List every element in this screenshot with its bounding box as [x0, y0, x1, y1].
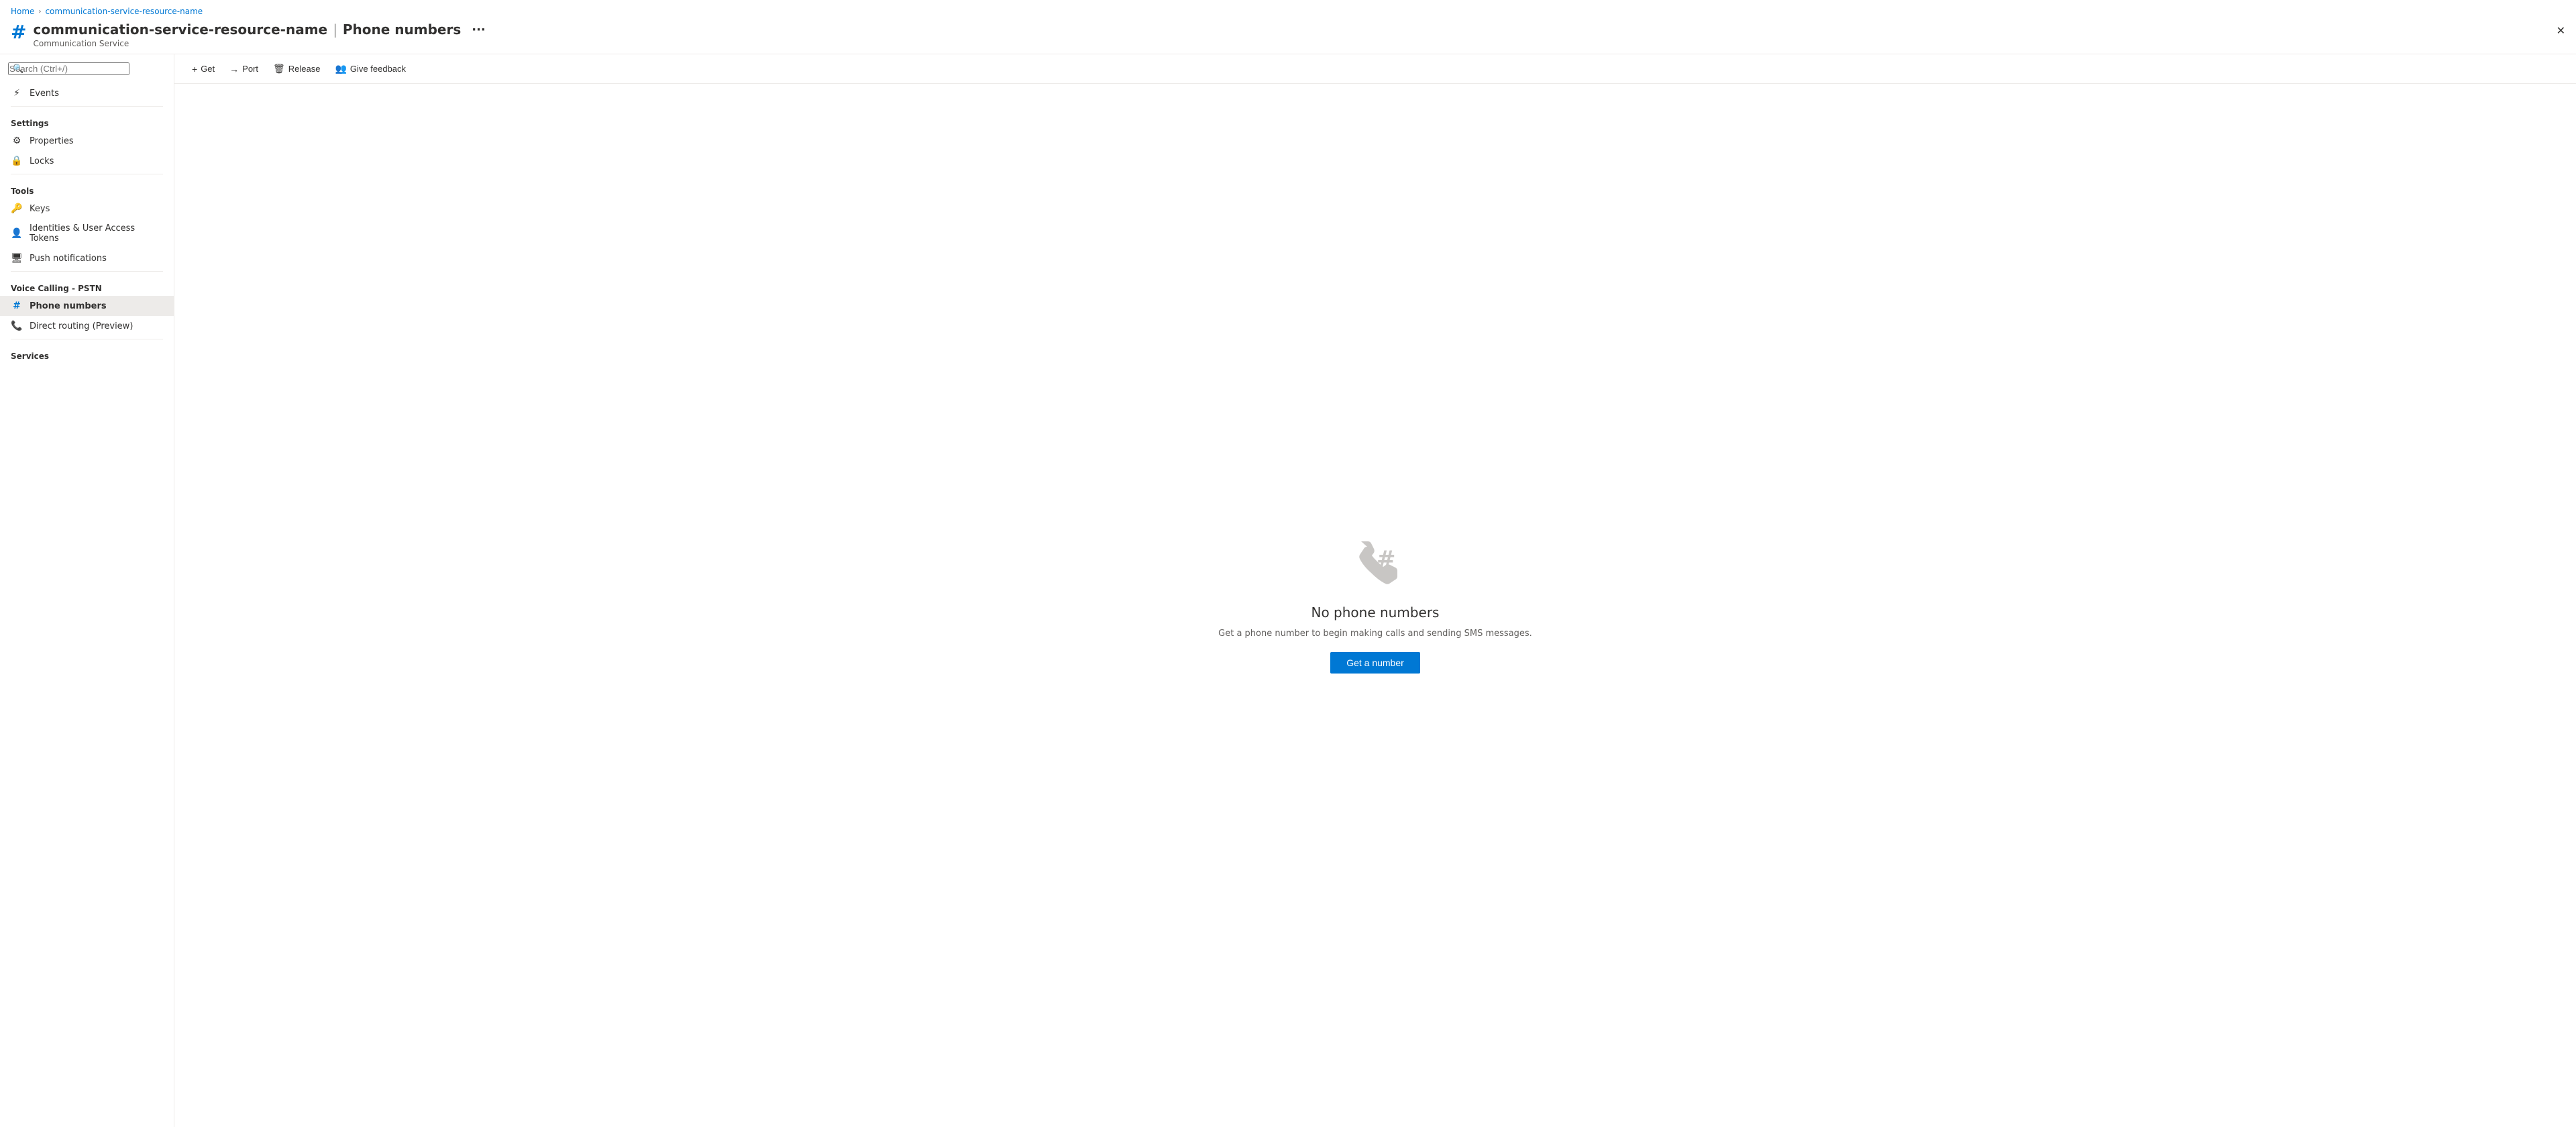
breadcrumb: Home › communication-service-resource-na… [0, 0, 2576, 19]
feedback-icon: 👥 [335, 63, 346, 74]
toolbar: + Get → Port 🗑 Release 👥 Give feedback [174, 54, 2576, 84]
close-button[interactable]: ✕ [2557, 24, 2565, 38]
page-name: Phone numbers [343, 21, 461, 38]
port-label: Port [242, 64, 258, 74]
settings-divider [11, 106, 163, 107]
breadcrumb-home[interactable]: Home [11, 7, 34, 16]
search-icon: 🔍 [13, 64, 23, 74]
push-icon: 🖥 [11, 253, 23, 264]
get-label: Get [201, 64, 215, 74]
sidebar-item-events[interactable]: ⚡ Events [0, 83, 174, 103]
sidebar-item-label: Push notifications [30, 254, 107, 264]
search-input[interactable] [8, 62, 129, 75]
direct-routing-icon: 📞 [11, 321, 23, 331]
sidebar-item-direct-routing[interactable]: 📞 Direct routing (Preview) [0, 316, 174, 336]
more-options-button[interactable]: ··· [472, 23, 486, 37]
breadcrumb-resource[interactable]: communication-service-resource-name [45, 7, 203, 16]
pstn-divider [11, 271, 163, 272]
sidebar-item-identities[interactable]: 👤 Identities & User Access Tokens [0, 219, 174, 248]
sidebar-item-keys[interactable]: 🔑 Keys [0, 199, 174, 219]
header-icon: # [11, 23, 26, 42]
events-icon: ⚡ [11, 88, 23, 99]
breadcrumb-separator: › [38, 8, 41, 15]
feedback-button[interactable]: 👥 Give feedback [328, 60, 413, 78]
keys-icon: 🔑 [11, 203, 23, 214]
empty-description: Get a phone number to begin making calls… [1218, 629, 1532, 639]
properties-icon: ⚙ [11, 136, 23, 146]
empty-state: # No phone numbers Get a phone number to… [1218, 537, 1532, 674]
tools-section-label: Tools [0, 177, 174, 199]
sidebar: 🔍 ⚡ Events Settings ⚙ Properties 🔒 Locks… [0, 54, 174, 1127]
sidebar-item-properties[interactable]: ⚙ Properties [0, 131, 174, 151]
pstn-section-label: Voice Calling - PSTN [0, 274, 174, 296]
sidebar-item-label: Properties [30, 136, 74, 146]
page-header: # communication-service-resource-name | … [0, 19, 2576, 54]
get-button[interactable]: + Get [185, 60, 221, 78]
arrow-icon: → [229, 64, 239, 74]
trash-icon: 🗑 [273, 63, 285, 74]
sidebar-item-label: Locks [30, 156, 54, 166]
empty-state-icon: # [1348, 537, 1402, 591]
sidebar-item-phone-numbers[interactable]: # Phone numbers [0, 296, 174, 316]
empty-title: No phone numbers [1311, 604, 1440, 621]
header-subtitle: Communication Service [33, 39, 2565, 48]
sidebar-item-label: Keys [30, 204, 50, 214]
body-layout: 🔍 ⚡ Events Settings ⚙ Properties 🔒 Locks… [0, 54, 2576, 1127]
sidebar-item-label: Direct routing (Preview) [30, 321, 133, 331]
sidebar-item-label: Phone numbers [30, 301, 107, 311]
resource-name: communication-service-resource-name [33, 21, 327, 38]
main-content: # No phone numbers Get a phone number to… [174, 84, 2576, 1127]
release-button[interactable]: 🗑 Release [266, 60, 327, 78]
release-label: Release [288, 64, 321, 74]
identities-icon: 👤 [11, 228, 23, 239]
svg-text:#: # [1377, 546, 1396, 573]
header-divider: | [333, 21, 337, 38]
header-text: communication-service-resource-name | Ph… [33, 21, 2565, 48]
settings-section-label: Settings [0, 109, 174, 131]
services-section-label: Services [0, 342, 174, 364]
port-button[interactable]: → Port [223, 60, 265, 78]
feedback-label: Give feedback [350, 64, 406, 74]
header-title: communication-service-resource-name | Ph… [33, 21, 2565, 38]
locks-icon: 🔒 [11, 156, 23, 166]
phone-numbers-icon: # [11, 301, 23, 311]
sidebar-item-label: Events [30, 89, 59, 99]
sidebar-item-push[interactable]: 🖥 Push notifications [0, 248, 174, 268]
sidebar-item-label: Identities & User Access Tokens [30, 223, 163, 244]
sidebar-item-locks[interactable]: 🔒 Locks [0, 151, 174, 171]
get-number-button[interactable]: Get a number [1330, 652, 1420, 674]
plus-icon: + [192, 64, 197, 74]
